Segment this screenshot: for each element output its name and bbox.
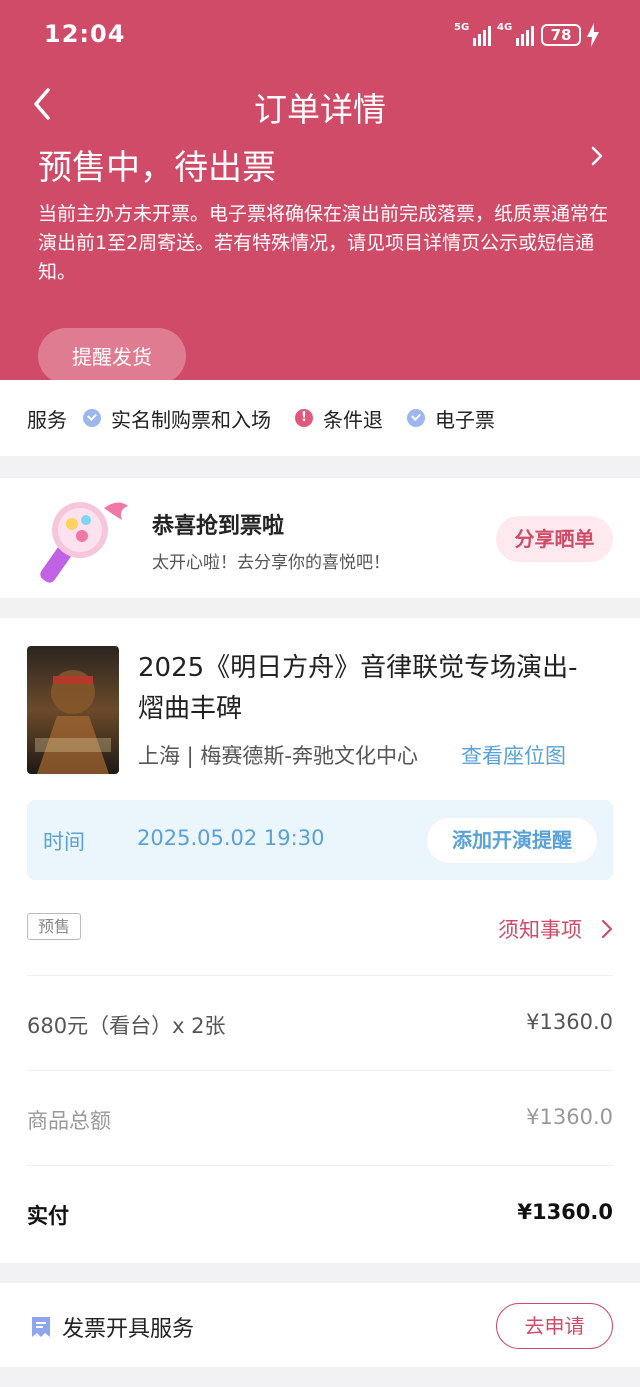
apply-invoice-button[interactable]: 去申请 [496,1303,613,1349]
share-order-button[interactable]: 分享晒单 [496,516,613,562]
service-item: 电子票 [407,404,495,433]
paid-value: ¥1360.0 [517,1200,613,1224]
service-item: 实名制购票和入场 [83,404,271,433]
subtotal-label: 商品总额 [27,1109,111,1133]
add-reminder-button[interactable]: 添加开演提醒 [427,818,597,863]
exclamation-circle-icon [295,409,313,427]
line-item-price: ¥1360.0 [526,1010,613,1034]
check-circle-icon [407,409,425,427]
time-value: 2025.05.02 19:30 [137,826,325,850]
presale-badge: 预售 [27,913,82,940]
line-item-label: 680元（看台）x 2张 [27,1014,226,1038]
congrats-title: 恭喜抢到票啦 [152,514,285,539]
light-stick-icon [40,502,128,583]
paid-label: 实付 [27,1204,69,1228]
service-item-label: 实名制购票和入场 [111,407,271,432]
remind-shipping-button[interactable]: 提醒发货 [38,328,186,384]
invoice-icon [32,1317,50,1337]
status-time: 12:04 [44,20,126,48]
service-item-label: 电子票 [435,407,495,432]
show-time-box: 时间 2025.05.02 19:30 添加开演提醒 [27,800,613,880]
divider [27,1165,613,1166]
check-circle-icon [83,409,101,427]
congrats-subtitle: 太开心啦！去分享你的喜悦吧！ [152,553,390,573]
battery-icon: 78 [541,24,581,46]
venue-label: 上海 | 梅赛德斯-奔驰文化中心 [138,744,419,768]
order-status-title[interactable]: 预售中，待出票 [38,140,276,189]
charging-icon [587,23,599,47]
service-bar[interactable]: 服务 实名制购票和入场 条件退 电子票 [0,380,640,456]
signal-4g-icon: 4G [497,22,535,46]
chevron-right-icon[interactable] [600,919,614,939]
chevron-right-icon[interactable] [589,145,605,167]
view-seatmap-link[interactable]: 查看座位图 [461,740,566,770]
services-label: 服务 [27,407,67,432]
show-title[interactable]: 2025《明日方舟》音律联觉专场演出-熠曲丰碑 [138,648,588,730]
notice-link[interactable]: 须知事项 [498,914,582,944]
time-label: 时间 [43,830,85,854]
status-bar: 12:04 5G 4G 78 [0,0,640,70]
signal-5g-icon: 5G [454,22,492,46]
page-title: 订单详情 [254,90,386,129]
service-item: 条件退 [295,404,383,433]
invoice-card: 发票开具服务 去申请 [0,1283,640,1367]
service-item-label: 条件退 [323,407,383,432]
divider [27,975,613,976]
divider [27,1070,613,1071]
ticket-card: 2025《明日方舟》音律联觉专场演出-熠曲丰碑 上海 | 梅赛德斯-奔驰文化中心… [0,618,640,1263]
invoice-label: 发票开具服务 [62,1317,195,1342]
show-poster[interactable] [27,646,119,774]
congrats-card: 恭喜抢到票啦 太开心啦！去分享你的喜悦吧！ 分享晒单 [0,478,640,598]
subtotal-value: ¥1360.0 [526,1105,613,1129]
order-status-header: 12:04 5G 4G 78 订单详情 预售中，待出票 当前主办方未开票。电子票… [0,0,640,384]
status-description: 当前主办方未开票。电子票将确保在演出前完成落票，纸质票通常在演出前1至2周寄送。… [38,203,609,283]
